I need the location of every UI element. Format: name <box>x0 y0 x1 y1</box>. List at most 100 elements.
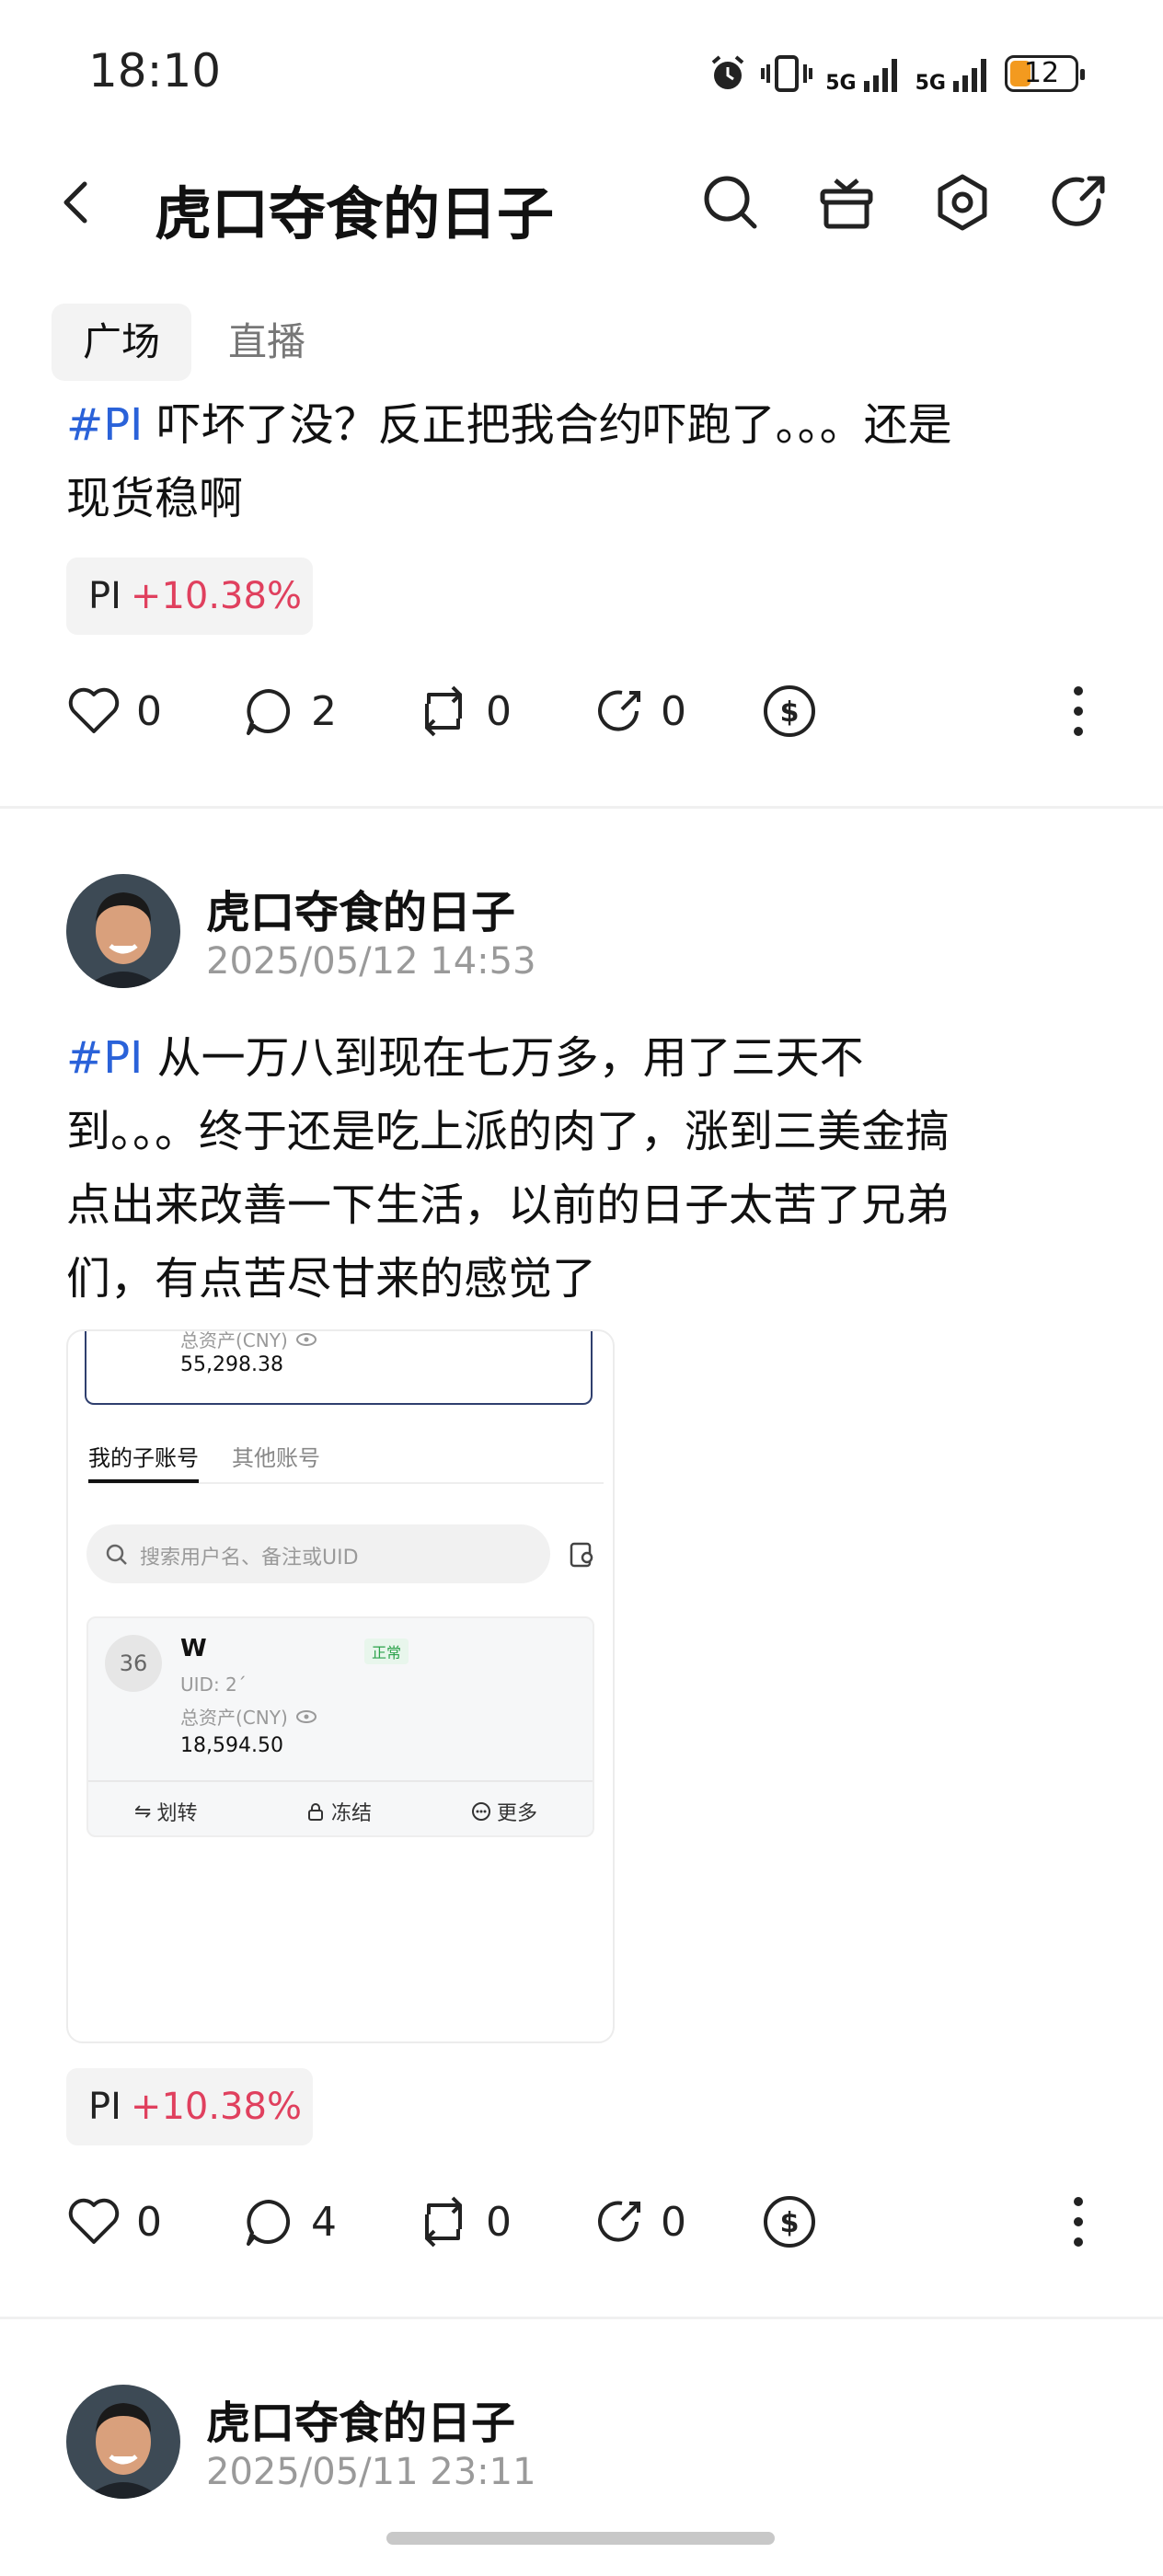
post-2-line-4: 们，有点苦尽甘来的感觉了 <box>66 1253 597 1305</box>
post-date: 2025/05/11 23:11 <box>206 2451 536 2493</box>
alarm-icon <box>711 55 744 89</box>
author-name[interactable]: 虎口夺食的日子 <box>206 876 515 940</box>
post-2-actions: 0 4 0 0 $ <box>66 2180 1106 2263</box>
eye-icon <box>295 1332 317 1346</box>
repost-count: 0 <box>486 687 512 735</box>
share-button[interactable]: 0 <box>591 2180 686 2263</box>
freeze-label: 冻结 <box>331 1802 373 1825</box>
post-1-text[interactable]: #PI 吓坏了没？反正把我合约吓跑了。。。还是 现货稳啊 <box>66 388 1097 535</box>
post-date: 2025/05/12 14:53 <box>206 940 536 983</box>
comment-count: 4 <box>311 2198 337 2246</box>
status-bar: 18:10 5G 5G 12 <box>0 0 1163 138</box>
post-2-line-2: 到。。。终于还是吃上派的肉了，涨到三美金搞 <box>66 1106 950 1157</box>
repost-icon <box>425 2196 462 2248</box>
subaccount-asset-label: 总资产(CNY) <box>180 1707 288 1729</box>
status-icons: 5G 5G 12 <box>708 46 1085 101</box>
gift-icon[interactable] <box>813 169 880 236</box>
comment-button[interactable]: 2 <box>241 670 337 753</box>
network-type-1: 5G <box>825 72 857 95</box>
home-indicator[interactable] <box>386 2532 775 2545</box>
post-2-text[interactable]: #PI 从一万八到现在七万多，用了三天不 到。。。终于还是吃上派的肉了，涨到三美… <box>66 1021 1097 1316</box>
subaccount-name: W <box>180 1635 207 1662</box>
comment-icon <box>247 2200 291 2246</box>
total-asset-label: 总资产(CNY) <box>180 1329 288 1351</box>
embedded-search-bar: 搜索用户名、备注或UID <box>86 1524 550 1583</box>
tip-dollar-icon[interactable]: $ <box>762 684 817 739</box>
repost-count: 0 <box>486 2198 512 2246</box>
coin-symbol: PI <box>88 2086 121 2128</box>
avatar-image <box>66 2385 180 2499</box>
page-title: 虎口夺食的日子 <box>155 180 555 247</box>
back-icon[interactable] <box>55 178 99 226</box>
repost-button[interactable]: 0 <box>416 2180 512 2263</box>
vibrate-icon <box>761 55 813 92</box>
share-button[interactable]: 0 <box>591 670 686 753</box>
contact-filter-icon <box>570 1542 593 1568</box>
status-badge: 正常 <box>364 1639 409 1664</box>
coin-change: +10.38% <box>130 2086 302 2128</box>
post-divider <box>0 806 1163 809</box>
avatar[interactable] <box>66 2385 180 2499</box>
tab-square[interactable]: 广场 <box>52 304 191 381</box>
hexagon-settings-icon[interactable] <box>929 169 996 236</box>
more-label: 更多 <box>497 1802 538 1825</box>
share-icon[interactable] <box>1045 169 1111 236</box>
share-count: 0 <box>661 2198 686 2246</box>
heart-icon <box>68 2198 120 2244</box>
share-icon <box>598 2201 640 2242</box>
repost-button[interactable]: 0 <box>416 670 512 753</box>
search-icon <box>106 1544 127 1565</box>
repost-icon <box>425 685 462 737</box>
tab-other-accounts: 其他账号 <box>232 1445 320 1471</box>
post-image[interactable]: 总资产(CNY) 55,298.38 我的子账号 其他账号 搜索用户名、备注或U… <box>66 1329 615 2043</box>
author-name[interactable]: 虎口夺食的日子 <box>206 2386 515 2451</box>
tab-my-subaccounts: 我的子账号 <box>88 1440 199 1483</box>
svg-text:$: $ <box>780 2207 800 2239</box>
like-count: 0 <box>136 687 162 735</box>
coin-symbol: PI <box>88 575 121 617</box>
heart-icon <box>68 687 120 733</box>
subaccount-uid: UID: 2´ <box>180 1673 247 1696</box>
search-placeholder: 搜索用户名、备注或UID <box>140 1547 359 1570</box>
post-1-actions: 0 2 0 0 $ <box>66 670 1106 753</box>
more-options-icon[interactable] <box>1069 684 1088 739</box>
more-circle-icon <box>472 1802 490 1821</box>
lock-icon <box>308 1803 323 1821</box>
subaccount-card: 36 W 正常 UID: 2´ 总资产(CNY) 18,594.50 ⇋ 划转 … <box>86 1616 594 1837</box>
total-asset-card: 总资产(CNY) 55,298.38 <box>85 1329 593 1405</box>
subaccount-avatar: 36 <box>105 1635 162 1692</box>
like-button[interactable]: 0 <box>66 2180 162 2263</box>
tip-dollar-icon[interactable]: $ <box>762 2194 817 2249</box>
post-divider <box>0 2317 1163 2319</box>
network-type-2: 5G <box>915 72 946 95</box>
battery-level: 12 <box>1023 57 1060 89</box>
svg-text:$: $ <box>780 696 800 729</box>
more-options-icon[interactable] <box>1069 2194 1088 2249</box>
total-asset-value: 55,298.38 <box>180 1353 283 1376</box>
subaccount-actions: ⇋ 划转 冻结 更多 <box>88 1780 593 1837</box>
battery-icon: 12 <box>1005 55 1085 92</box>
signal-icon <box>863 59 897 92</box>
share-count: 0 <box>661 687 686 735</box>
top-nav: 虎口夺食的日子 <box>0 147 1163 258</box>
like-button[interactable]: 0 <box>66 670 162 753</box>
post-1-coin-tag[interactable]: PI +10.38% <box>66 558 313 635</box>
transfer-icon: ⇋ <box>134 1800 152 1823</box>
comment-button[interactable]: 4 <box>241 2180 337 2263</box>
transfer-label: 划转 <box>156 1802 198 1825</box>
account-tabs: 我的子账号 其他账号 <box>88 1440 604 1484</box>
post-2-line-1: 从一万八到现在七万多，用了三天不 <box>143 1032 864 1084</box>
post-2-coin-tag[interactable]: PI +10.38% <box>66 2068 313 2145</box>
post-1-hashtag[interactable]: #PI <box>66 399 143 451</box>
status-time: 18:10 <box>88 44 222 98</box>
post-2-hashtag[interactable]: #PI <box>66 1032 143 1084</box>
comment-icon <box>247 689 291 735</box>
avatar-image <box>66 874 180 988</box>
avatar[interactable] <box>66 874 180 988</box>
post-2-line-3: 点出来改善一下生活，以前的日子太苦了兄弟 <box>66 1179 950 1231</box>
comment-count: 2 <box>311 687 337 735</box>
like-count: 0 <box>136 2198 162 2246</box>
post-1-line-1: 吓坏了没？反正把我合约吓跑了。。。还是 <box>143 399 952 451</box>
tab-live[interactable]: 直播 <box>206 304 328 381</box>
search-icon[interactable] <box>697 169 764 236</box>
